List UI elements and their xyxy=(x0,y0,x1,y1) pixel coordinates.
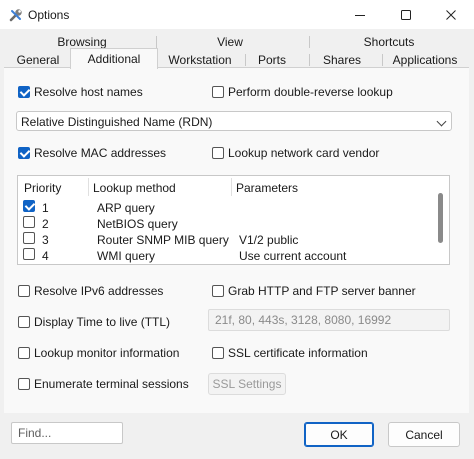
name-format-value: Relative Distinguished Name (RDN) xyxy=(21,115,213,129)
tab-shares[interactable]: Shares xyxy=(311,52,373,68)
lookup-row-3-method[interactable]: Router SNMP MIB query xyxy=(97,233,229,247)
tab-separator xyxy=(245,54,246,66)
minimize-button[interactable] xyxy=(337,0,383,29)
column-header-priority[interactable]: Priority xyxy=(24,181,61,195)
ssl-info-label: SSL certificate information xyxy=(228,346,368,360)
lookup-row-2-checkbox[interactable] xyxy=(23,216,35,228)
lookup-monitor-checkbox[interactable] xyxy=(18,347,30,359)
ok-button[interactable]: OK xyxy=(304,422,374,447)
tab-ports[interactable]: Ports xyxy=(247,52,297,68)
column-separator xyxy=(231,178,232,196)
tab-separator xyxy=(309,36,310,48)
maximize-button[interactable] xyxy=(383,0,429,29)
lookup-row-1-checkbox[interactable] xyxy=(23,200,35,212)
resolve-mac-label: Resolve MAC addresses xyxy=(34,146,167,160)
resolve-ipv6-checkbox[interactable] xyxy=(18,285,30,297)
lookup-row-3-checkbox[interactable] xyxy=(23,232,35,244)
close-icon xyxy=(446,9,456,20)
lookup-row-1-method[interactable]: ARP query xyxy=(97,201,155,215)
display-ttl-label: Display Time to live (TTL) xyxy=(34,315,171,329)
minimize-icon xyxy=(355,14,365,16)
banner-ports-field[interactable]: 21f, 80, 443s, 3128, 8080, 16992 xyxy=(208,309,450,331)
double-reverse-checkbox[interactable] xyxy=(212,86,224,98)
resolve-ipv6-label: Resolve IPv6 addresses xyxy=(34,284,164,298)
lookup-vendor-checkbox[interactable] xyxy=(212,147,224,159)
find-input[interactable]: Find... xyxy=(11,422,123,444)
lookup-vendor-label: Lookup network card vendor xyxy=(228,146,380,160)
enumerate-sessions-label: Enumerate terminal sessions xyxy=(34,377,189,391)
tab-separator xyxy=(309,54,310,66)
banner-ports-value: 21f, 80, 443s, 3128, 8080, 16992 xyxy=(215,313,392,327)
window-title: Options xyxy=(28,8,70,22)
column-header-parameters[interactable]: Parameters xyxy=(236,181,298,195)
lookup-row-4-checkbox[interactable] xyxy=(23,248,35,260)
lookup-row-2-priority: 2 xyxy=(42,217,49,231)
double-reverse-label: Perform double-reverse lookup xyxy=(228,85,393,99)
lookup-method-list[interactable]: Priority Lookup method Parameters 1 ARP … xyxy=(17,175,450,265)
tab-additional[interactable]: Additional xyxy=(70,48,158,69)
resolve-host-names-checkbox[interactable] xyxy=(18,86,30,98)
lookup-row-4-method[interactable]: WMI query xyxy=(97,249,155,263)
wrench-icon xyxy=(9,9,22,22)
lookup-monitor-label: Lookup monitor information xyxy=(34,346,180,360)
grab-banner-label: Grab HTTP and FTP server banner xyxy=(228,284,416,298)
tab-applications[interactable]: Applications xyxy=(384,52,466,68)
tab-general[interactable]: General xyxy=(8,52,68,68)
lookup-row-4-priority: 4 xyxy=(42,249,49,263)
find-placeholder: Find... xyxy=(18,426,52,440)
tab-workstation[interactable]: Workstation xyxy=(157,52,243,68)
tab-separator xyxy=(382,54,383,66)
lookup-row-1-priority: 1 xyxy=(42,201,49,215)
lookup-row-3-priority: 3 xyxy=(42,233,49,247)
enumerate-sessions-checkbox[interactable] xyxy=(18,378,30,390)
grab-banner-checkbox[interactable] xyxy=(212,285,224,297)
resolve-host-names-label: Resolve host names xyxy=(34,85,143,99)
tab-separator xyxy=(156,36,157,48)
lookup-row-2-method[interactable]: NetBIOS query xyxy=(97,217,178,231)
tab-view[interactable]: View xyxy=(160,34,300,50)
list-scrollbar-thumb[interactable] xyxy=(438,193,443,243)
resolve-mac-checkbox[interactable] xyxy=(18,147,30,159)
column-header-method[interactable]: Lookup method xyxy=(93,181,176,195)
lookup-row-4-params: Use current account xyxy=(239,249,347,263)
title-bar: Options xyxy=(0,0,474,29)
column-separator xyxy=(88,178,89,196)
cancel-button[interactable]: Cancel xyxy=(388,422,460,447)
close-button[interactable] xyxy=(428,0,474,29)
display-ttl-checkbox[interactable] xyxy=(18,316,30,328)
tab-shortcuts[interactable]: Shortcuts xyxy=(312,34,466,50)
maximize-icon xyxy=(401,9,411,20)
chevron-down-icon xyxy=(436,116,447,127)
ssl-settings-button[interactable]: SSL Settings xyxy=(208,373,286,395)
ssl-info-checkbox[interactable] xyxy=(212,347,224,359)
lookup-row-3-params: V1/2 public xyxy=(239,233,299,247)
name-format-dropdown[interactable]: Relative Distinguished Name (RDN) xyxy=(16,111,452,131)
